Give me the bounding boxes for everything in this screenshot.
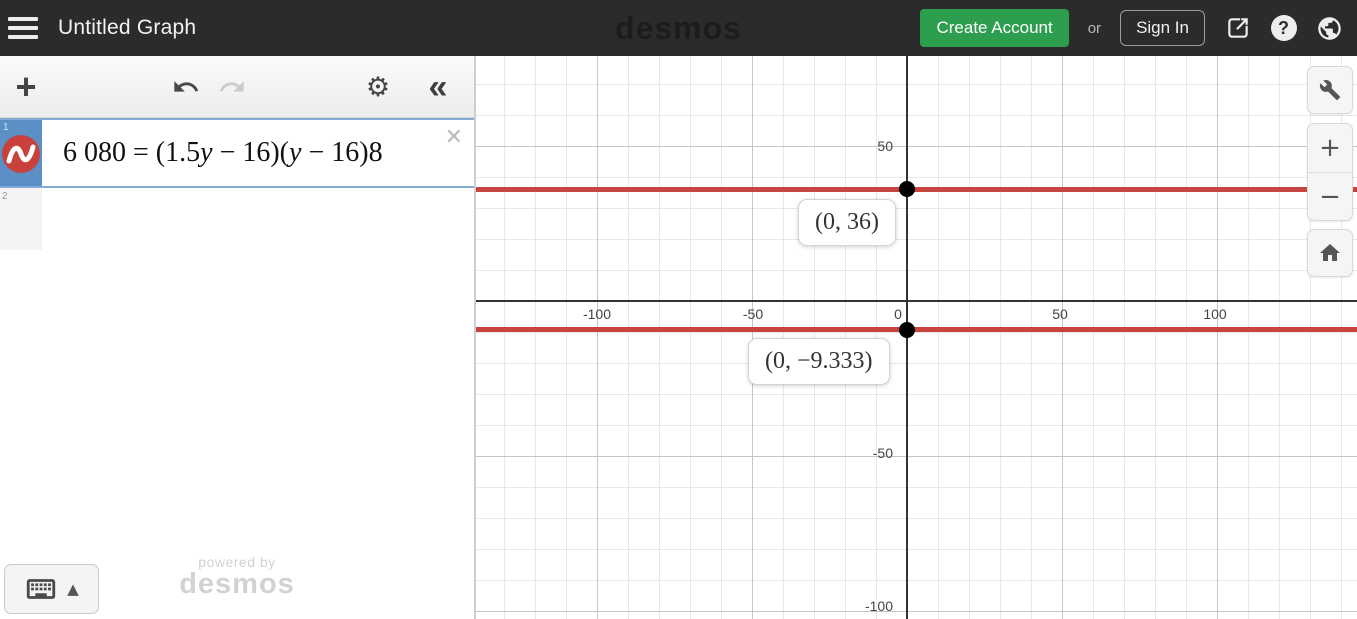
graph-title[interactable]: Untitled Graph (58, 16, 196, 40)
x-axis (476, 300, 1357, 302)
x-tick-label: 100 (1203, 306, 1227, 322)
zoom-in-button[interactable]: + (1308, 124, 1352, 172)
edit-list-gear-icon[interactable]: ⚙ (358, 56, 398, 118)
x-tick-label: 50 (1052, 306, 1068, 322)
keyboard-toggle-button[interactable]: ▲ (4, 564, 99, 614)
main-menu-icon[interactable] (0, 0, 46, 56)
point-label-tooltip: (0, −9.333) (748, 338, 890, 385)
default-viewport-home-button[interactable] (1307, 229, 1353, 277)
curve-y-neg9.333[interactable] (476, 327, 1357, 332)
or-label: or (1087, 19, 1102, 37)
share-icon-svg (1227, 18, 1248, 38)
expression-1-gutter[interactable]: 1 (0, 120, 42, 186)
create-account-button[interactable]: Create Account (920, 9, 1069, 47)
row-number: 2 (2, 191, 8, 202)
undo-icon (174, 81, 199, 92)
add-expression-button[interactable]: + (8, 56, 44, 118)
help-icon[interactable]: ? (1270, 15, 1297, 42)
graph-settings-button[interactable] (1307, 66, 1353, 114)
collapse-panel-icon[interactable]: « (418, 56, 458, 118)
zoom-controls: + − (1307, 123, 1353, 221)
y-tick-label: -50 (872, 445, 893, 461)
y-tick-label: 50 (877, 138, 893, 154)
home-icon (1320, 244, 1340, 261)
row-number: 1 (3, 122, 9, 133)
desmos-logo: desmos (615, 9, 742, 46)
undo-button[interactable] (168, 56, 204, 118)
share-icon[interactable] (1224, 15, 1251, 42)
globe-icon-svg (1318, 16, 1341, 40)
expression-row-2[interactable]: 2 (0, 188, 474, 250)
point-0-36[interactable] (899, 181, 915, 197)
top-bar: Untitled Graph desmos Create Account or … (0, 0, 1357, 56)
expression-2-input[interactable] (42, 188, 474, 250)
graph-paper[interactable]: (0, 36) (0, −9.333) -100 -50 0 50 100 50… (476, 56, 1357, 619)
x-tick-label: 0 (894, 306, 902, 322)
redo-button[interactable] (214, 56, 250, 118)
expression-2-gutter: 2 (0, 188, 42, 250)
delete-expression-icon[interactable]: ✕ (445, 125, 463, 150)
expression-row-1[interactable]: 1 6 080 = (1.5y − 16)(y − 16)8 ✕ (0, 118, 474, 188)
point-label-tooltip: (0, 36) (798, 199, 896, 246)
chevron-up-icon: ▲ (67, 580, 79, 598)
zoom-out-button[interactable]: − (1308, 172, 1352, 220)
x-tick-label: -50 (742, 306, 764, 322)
wrench-icon (1319, 80, 1341, 101)
x-tick-label: -100 (582, 306, 612, 322)
expression-toolbar: + ⚙ « (0, 56, 474, 118)
point-0-neg9.333[interactable] (899, 322, 915, 338)
expression-1-latex: 6 080 = (1.5y − 16)(y − 16)8 (63, 137, 383, 168)
redo-icon (219, 81, 244, 92)
keyboard-icon (27, 579, 56, 599)
curve-style-icon[interactable] (1, 134, 41, 179)
expression-1-input[interactable]: 6 080 = (1.5y − 16)(y − 16)8 ✕ (42, 120, 474, 186)
y-tick-label: -100 (864, 598, 893, 614)
curve-y-36[interactable] (476, 187, 1357, 192)
sign-in-button[interactable]: Sign In (1120, 10, 1205, 46)
language-globe-icon[interactable] (1316, 15, 1343, 42)
expression-panel: + ⚙ « 1 6 080 = (1.5y − 16)(y − 16)8 ✕ 2… (0, 56, 476, 619)
account-controls: Create Account or Sign In ? (920, 9, 1343, 47)
